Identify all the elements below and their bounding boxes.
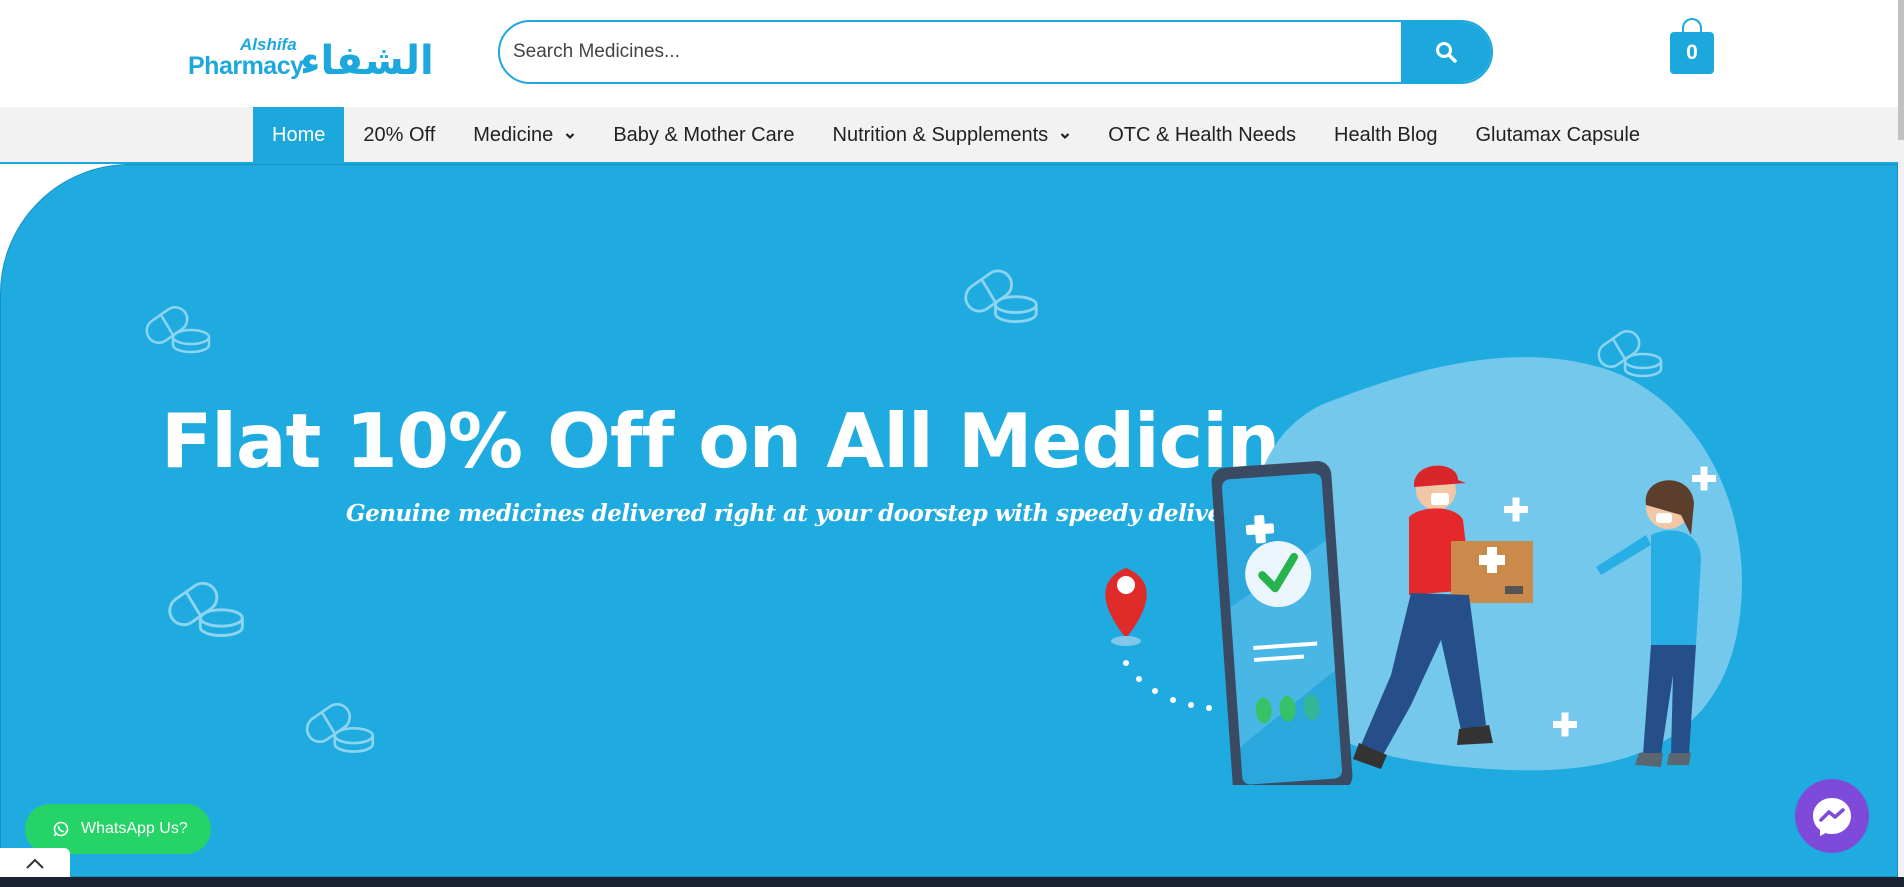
logo-line-pharmacy: Pharmacy — [188, 52, 304, 80]
search-bar — [498, 20, 1493, 84]
delivery-illustration — [1105, 357, 1742, 785]
search-icon — [1436, 42, 1457, 63]
logo-latin: Alshifa Pharmacy — [188, 36, 304, 86]
nav-item-otc-health-needs[interactable]: OTC & Health Needs — [1089, 107, 1315, 164]
nav-item-nutrition-supplements[interactable]: Nutrition & Supplements — [814, 107, 1090, 164]
chevron-down-icon — [566, 132, 575, 139]
nav-item-label: OTC & Health Needs — [1108, 124, 1297, 146]
logo-arabic: الشفاء — [300, 38, 434, 84]
site-logo[interactable]: Alshifa Pharmacy الشفاء — [188, 36, 434, 86]
pill-icon — [305, 702, 375, 753]
whatsapp-icon — [53, 821, 69, 837]
scroll-to-top-button[interactable] — [0, 848, 70, 880]
chevron-down-icon — [1060, 132, 1070, 139]
nav-item-20-off[interactable]: 20% Off — [344, 107, 454, 164]
bottom-strip — [0, 877, 1904, 887]
nav-item-medicine[interactable]: Medicine — [454, 107, 594, 164]
nav-item-label: Health Blog — [1334, 124, 1438, 146]
search-input[interactable] — [500, 22, 1400, 82]
hero-banner[interactable]: Flat 10% Off on All Medicines Genuine me… — [0, 164, 1898, 877]
pill-icon — [964, 269, 1038, 324]
nav-item-label: Baby & Mother Care — [613, 124, 795, 146]
nav-item-label: Glutamax Capsule — [1475, 124, 1640, 146]
cart-count: 0 — [1670, 32, 1714, 74]
page-scrollbar[interactable] — [1898, 0, 1904, 877]
whatsapp-button[interactable]: WhatsApp Us? — [25, 804, 211, 854]
nav-item-label: Home — [272, 124, 326, 146]
cart-button[interactable]: 0 — [1670, 18, 1714, 76]
chevron-up-icon — [26, 858, 44, 869]
whatsapp-label: WhatsApp Us? — [81, 820, 188, 837]
search-button[interactable] — [1401, 22, 1491, 82]
messenger-button[interactable] — [1795, 779, 1869, 853]
scrollbar-thumb[interactable] — [1898, 0, 1904, 140]
site-header: Alshifa Pharmacy الشفاء 0 — [0, 0, 1904, 107]
messenger-icon — [1813, 798, 1851, 836]
nav-item-label: 20% Off — [363, 124, 436, 146]
nav-item-home[interactable]: Home — [253, 107, 345, 164]
nav-item-health-blog[interactable]: Health Blog — [1315, 107, 1456, 164]
nav-item-baby-mother-care[interactable]: Baby & Mother Care — [594, 107, 813, 164]
nav-item-glutamax-capsule[interactable]: Glutamax Capsule — [1456, 107, 1659, 164]
pill-icon — [168, 581, 244, 637]
main-nav: Home 20% Off Medicine Baby & Mother Care… — [0, 107, 1904, 164]
pill-icon — [145, 306, 211, 354]
nav-item-label: Medicine — [473, 124, 554, 146]
nav-item-label: Nutrition & Supplements — [832, 124, 1049, 146]
